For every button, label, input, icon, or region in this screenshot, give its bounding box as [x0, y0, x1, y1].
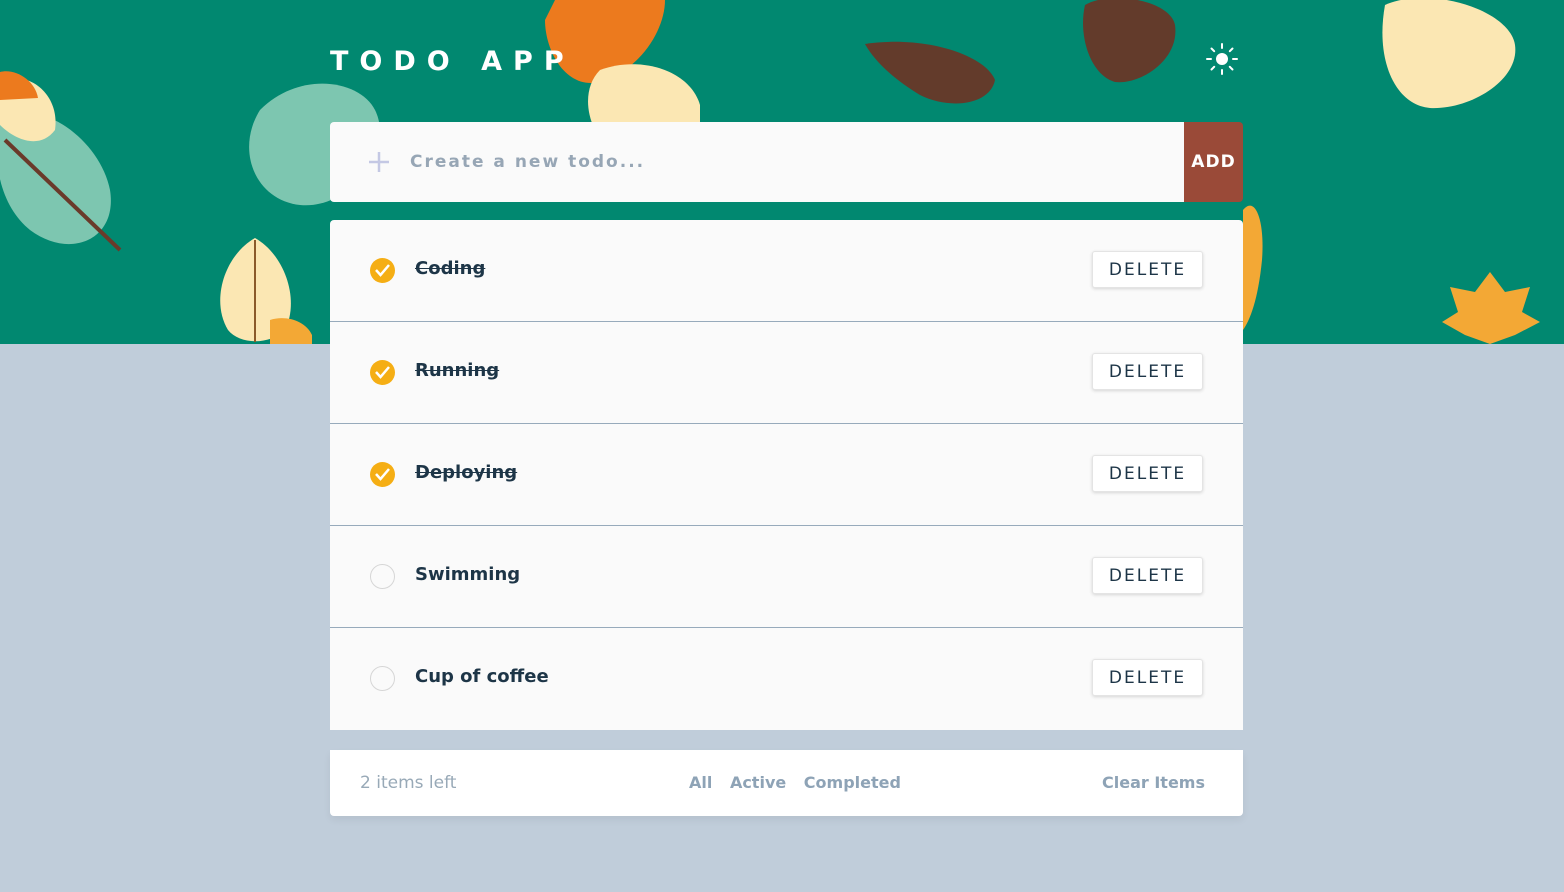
todo-label: Cup of coffee — [415, 666, 549, 687]
todo-item: Swimming DELETE — [330, 526, 1243, 628]
delete-button[interactable]: DELETE — [1092, 251, 1203, 288]
check-icon[interactable] — [370, 258, 395, 283]
app-title: TODO APP — [330, 46, 575, 77]
circle-icon[interactable] — [370, 666, 395, 691]
sun-icon[interactable] — [1205, 42, 1239, 76]
list-footer: 2 items left All Active Completed Clear … — [330, 750, 1243, 816]
filter-active[interactable]: Active — [730, 773, 786, 792]
check-icon[interactable] — [370, 462, 395, 487]
items-left-count: 2 items left — [360, 773, 457, 793]
todo-label: Deploying — [415, 462, 518, 483]
filter-completed[interactable]: Completed — [804, 773, 901, 792]
add-button[interactable]: ADD — [1184, 122, 1243, 202]
delete-button[interactable]: DELETE — [1092, 659, 1203, 696]
todo-item: Running DELETE — [330, 322, 1243, 424]
delete-button[interactable]: DELETE — [1092, 455, 1203, 492]
plus-icon — [367, 150, 391, 174]
todo-label: Swimming — [415, 564, 521, 585]
new-todo-bar — [330, 122, 1184, 202]
filter-all[interactable]: All — [689, 773, 712, 792]
app-header: TODO APP — [330, 40, 1243, 84]
delete-button[interactable]: DELETE — [1092, 557, 1203, 594]
new-todo-input[interactable] — [410, 146, 1150, 178]
todo-item: Deploying DELETE — [330, 424, 1243, 526]
circle-icon[interactable] — [370, 564, 395, 589]
check-icon[interactable] — [370, 360, 395, 385]
todo-label: Coding — [415, 258, 486, 279]
clear-items-button[interactable]: Clear Items — [1102, 773, 1205, 792]
filter-group: All Active Completed — [689, 773, 913, 792]
todo-item: Coding DELETE — [330, 220, 1243, 322]
todo-label: Running — [415, 360, 500, 381]
todo-list: Coding DELETE Running DELETE Deploying D… — [330, 220, 1243, 730]
delete-button[interactable]: DELETE — [1092, 353, 1203, 390]
todo-item: Cup of coffee DELETE — [330, 628, 1243, 730]
